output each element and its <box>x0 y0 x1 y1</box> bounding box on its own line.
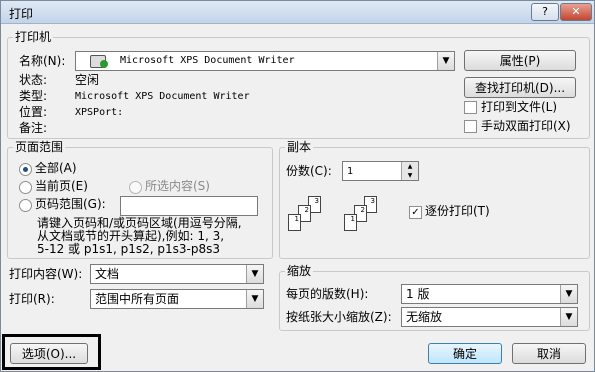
type-label: 类型: <box>19 89 48 103</box>
print-dialog: 打印 ? ✕ 打印机 名称(N): Microsoft XPS Document… <box>0 0 595 372</box>
print-which-label: 打印(R): <box>9 292 55 306</box>
comment-label: 备注: <box>19 121 48 135</box>
help-button[interactable]: ? <box>531 3 559 21</box>
status-value: 空闲 <box>75 73 100 87</box>
range-pages-radio[interactable] <box>19 199 32 212</box>
where-value: XPSPort: <box>75 107 124 118</box>
print-what-select[interactable]: 文档 ▼ <box>90 264 264 284</box>
pages-per-sheet-select[interactable]: 1 版 ▼ <box>401 284 578 304</box>
scale-select[interactable]: 无缩放 ▼ <box>401 307 578 327</box>
print-what-label: 打印内容(W): <box>9 267 83 281</box>
find-printer-button[interactable]: 查找打印机(D)... <box>464 77 576 98</box>
range-current-radio[interactable] <box>19 181 32 194</box>
chevron-down-icon[interactable]: ▼ <box>246 265 263 283</box>
collated-pages-icon-2: 321 <box>344 196 378 236</box>
chevron-down-icon[interactable]: ▼ <box>437 52 454 70</box>
range-all-radio[interactable] <box>19 163 32 176</box>
range-selection-radio[interactable] <box>129 181 142 194</box>
chevron-down-icon[interactable]: ▼ <box>560 285 577 303</box>
range-hint-line1: 请键入页码和/或页码区域(用逗号分隔, <box>37 216 242 230</box>
collate-label[interactable]: 逐份打印(T) <box>425 204 490 218</box>
close-button[interactable]: ✕ <box>560 3 592 21</box>
chevron-down-icon[interactable]: ▼ <box>560 308 577 326</box>
range-hint-line3: 5-12 或 p1s1, p1s2, p1s3-p8s3 <box>37 242 221 256</box>
copies-count-label: 份数(C): <box>286 164 332 178</box>
print-to-file-label[interactable]: 打印到文件(L) <box>481 100 557 114</box>
print-to-file-checkbox[interactable] <box>464 101 477 114</box>
spin-up-icon[interactable]: ▲ <box>401 162 418 171</box>
pages-per-sheet-label: 每页的版数(H): <box>286 287 369 301</box>
page-range-input[interactable] <box>120 196 258 216</box>
window-title: 打印 <box>9 7 34 21</box>
chevron-down-icon[interactable]: ▼ <box>246 290 263 308</box>
properties-button[interactable]: 属性(P) <box>464 50 576 71</box>
range-current-label[interactable]: 当前页(E) <box>35 179 88 193</box>
where-label: 位置: <box>19 105 48 119</box>
manual-duplex-checkbox[interactable] <box>464 120 477 133</box>
title-bar: 打印 ? ✕ <box>1 1 594 24</box>
printer-name-select[interactable]: Microsoft XPS Document Writer ▼ <box>75 51 455 71</box>
scale-label: 按纸张大小缩放(Z): <box>286 310 392 324</box>
range-all-label[interactable]: 全部(A) <box>35 161 77 175</box>
zoom-group-label: 缩放 <box>285 264 314 278</box>
manual-duplex-label[interactable]: 手动双面打印(X) <box>481 119 571 133</box>
collate-checkbox[interactable]: ✓ <box>409 206 422 219</box>
range-hint-line2: 从文档或节的开头算起),例如: 1, 3, <box>37 229 225 243</box>
range-selection-label[interactable]: 所选内容(S) <box>145 179 210 193</box>
printer-group-label: 打印机 <box>13 30 54 44</box>
printer-name-label: 名称(N): <box>19 54 66 68</box>
print-what-value: 文档 <box>95 267 120 281</box>
collated-pages-icon-1: 321 <box>288 196 322 236</box>
range-pages-label[interactable]: 页码范围(G): <box>35 197 106 211</box>
copies-spinner[interactable]: 1 ▲ ▼ <box>342 161 419 181</box>
type-value: Microsoft XPS Document Writer <box>75 91 250 102</box>
print-which-select[interactable]: 范围中所有页面 ▼ <box>90 289 264 309</box>
options-button[interactable]: 选项(O)... <box>10 343 88 364</box>
page-range-group-label: 页面范围 <box>13 140 66 154</box>
print-which-value: 范围中所有页面 <box>95 292 180 306</box>
spin-down-icon[interactable]: ▼ <box>401 171 418 180</box>
ok-button[interactable]: 确定 <box>428 343 502 364</box>
cancel-button[interactable]: 取消 <box>512 343 586 364</box>
pages-per-sheet-value: 1 版 <box>406 287 430 301</box>
copies-group-label: 副本 <box>285 140 314 154</box>
printer-name-value: Microsoft XPS Document Writer <box>120 55 295 66</box>
scale-value: 无缩放 <box>406 310 443 324</box>
status-label: 状态: <box>19 73 48 87</box>
ready-check-icon <box>100 60 108 68</box>
copies-count-value: 1 <box>347 166 354 177</box>
